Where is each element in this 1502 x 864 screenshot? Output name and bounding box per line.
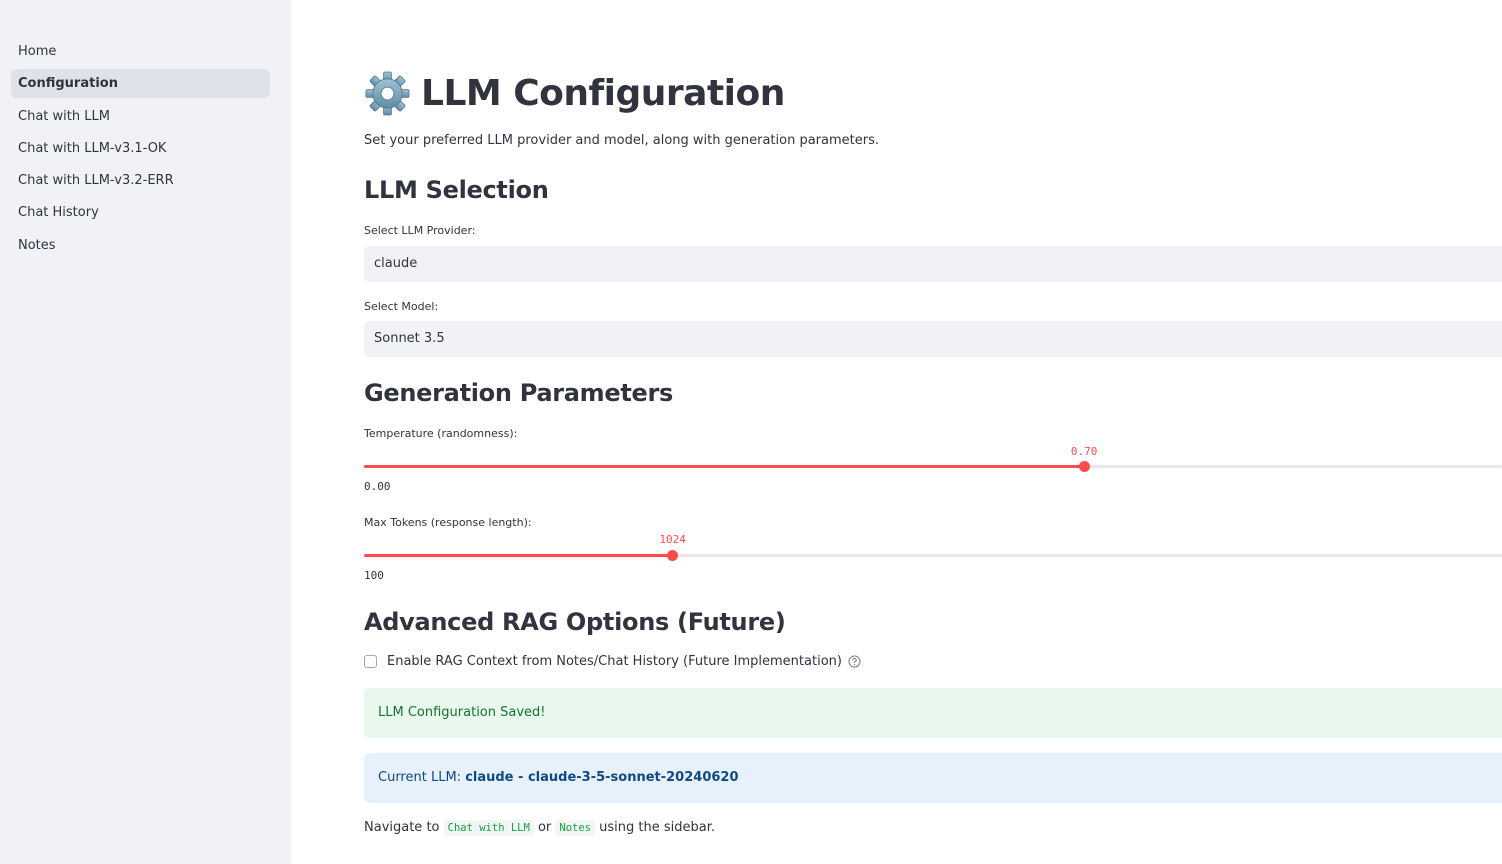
rag-checkbox-row[interactable]: Enable RAG Context from Notes/Chat Histo…: [364, 654, 861, 669]
sidebar-item-configuration[interactable]: Configuration: [11, 69, 270, 99]
sidebar-item-chat-v32-err[interactable]: Chat with LLM-v3.2-ERR: [11, 166, 270, 195]
navigation-hint: Navigate to Chat with LLM or Notes using…: [364, 820, 715, 836]
success-alert: LLM Configuration Saved!: [364, 688, 1502, 738]
info-alert: Current LLM: claude - claude-3-5-sonnet-…: [364, 753, 1502, 803]
main-content: LLM Configuration Set your preferred LLM…: [364, 0, 1502, 864]
max-tokens-value-label: 1024: [659, 533, 686, 546]
temperature-slider-fill: [364, 465, 1085, 468]
page-header: LLM Configuration: [364, 68, 785, 118]
rag-checkbox[interactable]: [364, 655, 377, 668]
model-select[interactable]: Sonnet 3.5: [364, 321, 1502, 357]
max-tokens-slider-thumb[interactable]: [667, 550, 679, 561]
sidebar-item-chat-history[interactable]: Chat History: [11, 198, 270, 227]
max-tokens-min-label: 100: [364, 569, 384, 582]
generation-parameters-heading: Generation Parameters: [364, 379, 674, 407]
help-icon[interactable]: [848, 655, 861, 668]
temperature-value-label: 0.70: [1070, 445, 1098, 458]
navigation-hint-suffix: using the sidebar.: [595, 820, 715, 835]
llm-selection-heading: LLM Selection: [364, 176, 549, 204]
max-tokens-slider[interactable]: 1024: [364, 532, 1502, 572]
sidebar: Home Configuration Chat with LLM Chat wi…: [0, 0, 291, 864]
gear-icon: [365, 71, 410, 115]
sidebar-item-chat-v31-ok[interactable]: Chat with LLM-v3.1-OK: [11, 134, 270, 163]
max-tokens-label: Max Tokens (response length):: [364, 516, 532, 529]
temperature-min-label: 0.00: [364, 480, 391, 493]
page-subtitle: Set your preferred LLM provider and mode…: [364, 133, 879, 148]
sidebar-item-notes[interactable]: Notes: [11, 231, 270, 260]
temperature-slider[interactable]: 0.70: [364, 444, 1502, 484]
sidebar-nav: Home Configuration Chat with LLM Chat wi…: [11, 37, 270, 263]
provider-select[interactable]: claude: [364, 246, 1502, 282]
current-llm-value: claude - claude-3-5-sonnet-20240620: [465, 770, 739, 785]
navigation-hint-middle: or: [533, 820, 556, 835]
page-title: LLM Configuration: [421, 72, 785, 114]
chat-with-llm-code: Chat with LLM: [443, 820, 534, 836]
sidebar-item-chat-with-llm[interactable]: Chat with LLM: [11, 102, 270, 131]
sidebar-item-home[interactable]: Home: [11, 37, 270, 66]
notes-code: Notes: [555, 820, 595, 836]
info-alert-prefix: Current LLM:: [378, 770, 466, 785]
navigation-hint-prefix: Navigate to: [364, 820, 444, 835]
model-select-label: Select Model:: [364, 300, 439, 313]
provider-select-label: Select LLM Provider:: [364, 224, 476, 237]
rag-checkbox-label[interactable]: Enable RAG Context from Notes/Chat Histo…: [387, 654, 842, 669]
rag-options-heading: Advanced RAG Options (Future): [364, 608, 786, 636]
temperature-slider-thumb[interactable]: [1078, 461, 1090, 472]
temperature-label: Temperature (randomness):: [364, 427, 518, 440]
max-tokens-slider-fill: [364, 554, 673, 557]
